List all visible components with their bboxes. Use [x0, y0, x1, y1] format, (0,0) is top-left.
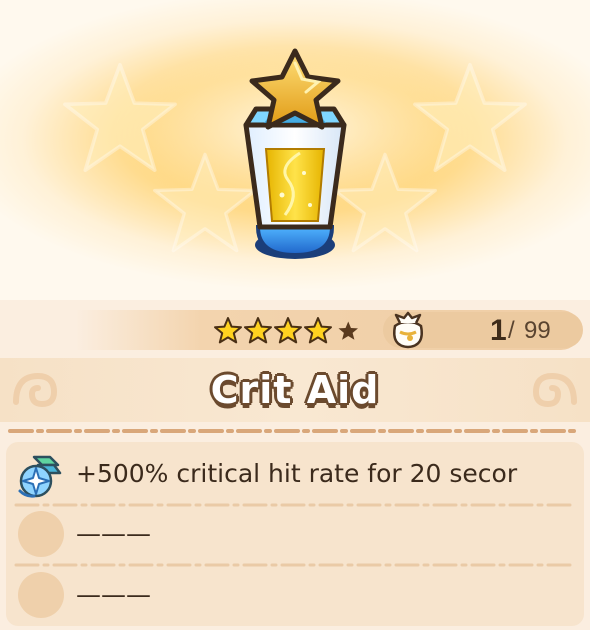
effect-description: +500% critical hit rate for 20 secor [76, 459, 518, 488]
effect-description: ——— [76, 580, 151, 609]
effect-row: ——— [6, 505, 584, 563]
effect-description: ——— [76, 519, 151, 548]
rarity-star-filled-icon [274, 317, 302, 344]
rarity-star-filled-icon [244, 317, 272, 344]
inventory-max-count: 99 [524, 317, 551, 344]
item-name: Crit Aid [210, 368, 380, 412]
rarity-star-filled-icon [304, 317, 332, 344]
golden-potion-icon [243, 48, 347, 259]
rarity-stars [213, 316, 363, 346]
empty-slot-icon [18, 572, 64, 618]
crit-boost-icon [18, 455, 62, 498]
inventory-count-separator: / [508, 317, 515, 344]
inventory-current-count: 1 [490, 314, 507, 347]
rarity-star-filled-icon [214, 317, 242, 344]
rarity-star-empty-icon [338, 321, 358, 340]
empty-slot-icon [18, 511, 64, 557]
effect-row: +500% critical hit rate for 20 secor [6, 445, 584, 503]
dashed-divider [8, 429, 582, 433]
effect-row: ——— [6, 566, 584, 624]
pouch-icon [393, 311, 423, 349]
item-banner [0, 0, 590, 300]
